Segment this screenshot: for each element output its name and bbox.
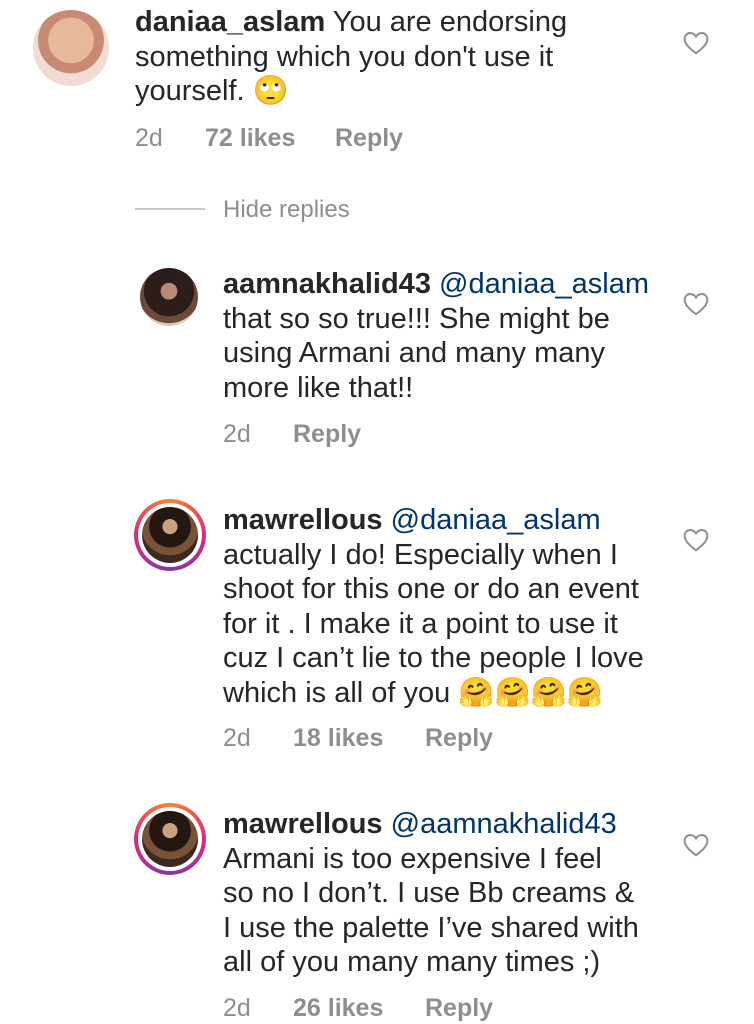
comment-body-line: something which you don't use it — [135, 40, 554, 73]
hugging-face-emoji: 🤗🤗🤗🤗 — [458, 676, 603, 709]
avatar[interactable] — [140, 268, 198, 326]
comment-body-line: so no I don’t. I use Bb creams & — [223, 877, 635, 909]
comment-body-line: actually I do! Especially when I — [223, 538, 618, 571]
avatar[interactable] — [134, 499, 206, 571]
hide-replies-button[interactable]: Hide replies — [223, 196, 350, 224]
likes-count[interactable]: 72 likes — [205, 124, 295, 153]
comment-body-line: which is all of you — [223, 676, 451, 709]
likes-count[interactable]: 18 likes — [293, 724, 383, 753]
comment-body-line: cuz I can’t lie to the people I love — [223, 642, 644, 674]
comment-text: daniaa_aslam You are endorsing something… — [135, 5, 695, 109]
comment-username[interactable]: aamnakhalid43 — [223, 268, 431, 300]
replies-divider — [135, 208, 205, 210]
comment-body-line: You are endorsing — [332, 6, 568, 38]
comment-body-line: more like that!! — [223, 371, 414, 404]
reply-button[interactable]: Reply — [335, 124, 403, 153]
reply-button[interactable]: Reply — [293, 420, 361, 449]
comment-body-line: I use the palette I’ve shared with — [223, 911, 639, 944]
comment-text: mawrellous @daniaa_aslam actually I do! … — [223, 503, 673, 710]
comment-time: 2d — [135, 124, 163, 152]
comment-body-line: shoot for this one or do an event — [223, 573, 639, 605]
comment-body-line: for it . I make it a point to use it — [223, 607, 618, 640]
mention-link[interactable]: @aamnakhalid43 — [391, 808, 617, 840]
comment-time: 2d — [223, 420, 251, 448]
heart-outline-icon[interactable] — [683, 528, 709, 552]
comment-body-line: using Armani and many many — [223, 337, 606, 369]
comment-username[interactable]: daniaa_aslam — [135, 6, 325, 38]
heart-outline-icon[interactable] — [683, 292, 709, 316]
likes-count[interactable]: 26 likes — [293, 994, 383, 1023]
avatar[interactable] — [134, 803, 206, 875]
heart-outline-icon[interactable] — [683, 833, 709, 857]
comment-username[interactable]: mawrellous — [223, 808, 383, 840]
mention-link[interactable]: @daniaa_aslam — [439, 268, 649, 300]
comment-username[interactable]: mawrellous — [223, 504, 383, 536]
comment-text: aamnakhalid43 @daniaa_aslam that so so t… — [223, 267, 673, 405]
comment-text: mawrellous @aamnakhalid43 Armani is too … — [223, 807, 673, 980]
comment-time: 2d — [223, 724, 251, 752]
mention-link[interactable]: @daniaa_aslam — [391, 504, 601, 536]
comment-body-line: Armani is too expensive I feel — [223, 842, 602, 875]
comment-body-line: that so so true!!! She might be — [223, 302, 610, 335]
comment-body-line: yourself. 🙄 — [135, 75, 289, 107]
reply-button[interactable]: Reply — [425, 724, 493, 753]
avatar[interactable] — [33, 10, 109, 86]
reply-button[interactable]: Reply — [425, 994, 493, 1023]
comment-time: 2d — [223, 994, 251, 1022]
comment-body-line: all of you many many times ;) — [223, 946, 601, 978]
heart-outline-icon[interactable] — [683, 31, 709, 55]
